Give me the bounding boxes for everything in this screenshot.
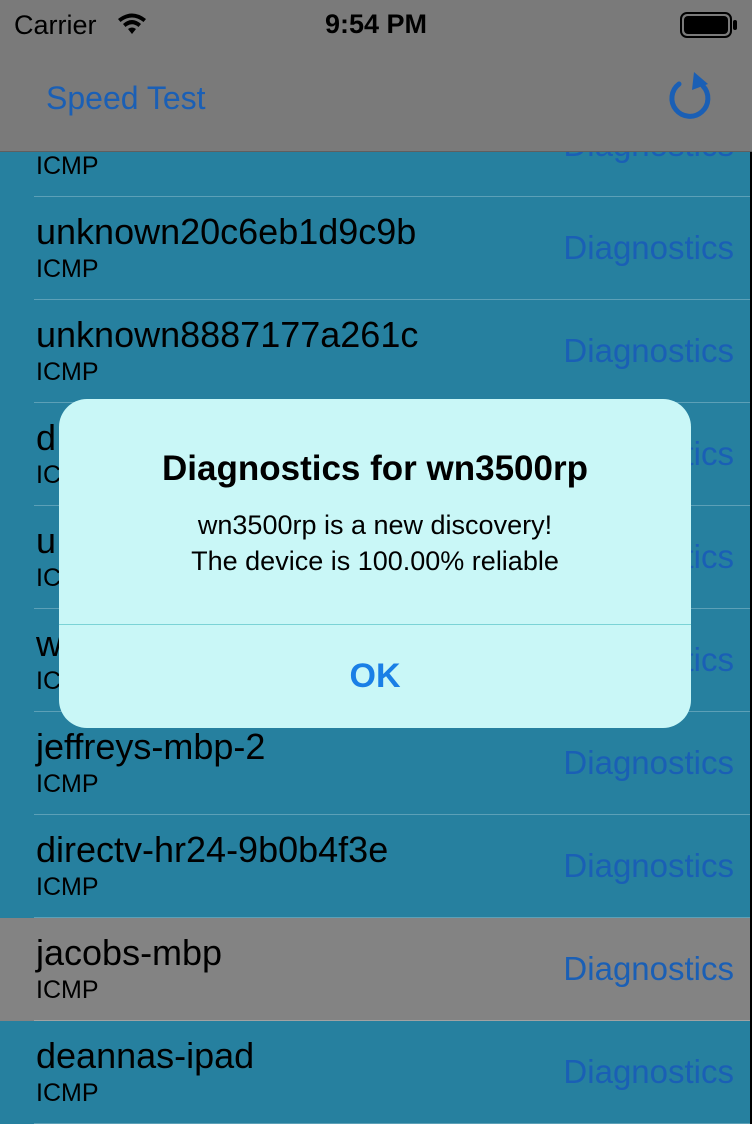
diagnostics-button[interactable]: Diagnostics [563, 744, 734, 782]
device-name: directv-hr24-9b0b4f3e [36, 829, 389, 870]
device-protocol: ICMP [36, 976, 99, 1004]
diagnostics-alert: Diagnostics for wn3500rp wn3500rp is a n… [59, 399, 691, 728]
device-protocol: ICMP [36, 770, 99, 798]
alert-message-line-2: The device is 100.00% reliable [191, 546, 559, 576]
alert-title: Diagnostics for wn3500rp [162, 449, 588, 488]
navigation-bar: Speed Test [0, 50, 752, 152]
refresh-icon[interactable] [666, 70, 716, 124]
alert-message: wn3500rp is a new discovery! The device … [59, 507, 691, 579]
table-row[interactable]: deannas-ipad ICMP Diagnostics [0, 1021, 752, 1124]
device-name: unknown8887177a261c [36, 314, 419, 355]
device-protocol: ICMP [36, 1079, 99, 1107]
diagnostics-button[interactable]: Diagnostics [563, 332, 734, 370]
device-name: d [36, 417, 57, 458]
device-name: u [36, 520, 57, 561]
diagnostics-button[interactable]: Diagnostics [563, 229, 734, 267]
table-row[interactable]: ICMP Diagnostics [0, 152, 752, 197]
device-protocol: ICMP [36, 873, 99, 901]
status-time: 9:54 PM [324, 9, 428, 39]
device-protocol: IC [36, 461, 61, 489]
device-name: unknown20c6eb1d9c9b [36, 211, 417, 252]
table-row[interactable]: jacobs-mbp ICMP Diagnostics [0, 918, 752, 1021]
speed-test-button[interactable]: Speed Test [46, 80, 206, 117]
device-protocol: IC [36, 667, 61, 695]
diagnostics-button[interactable]: Diagnostics [563, 152, 734, 164]
diagnostics-button[interactable]: Diagnostics [563, 847, 734, 885]
table-row[interactable]: unknown20c6eb1d9c9b ICMP Diagnostics [0, 197, 752, 300]
table-row[interactable]: unknown8887177a261c ICMP Diagnostics [0, 300, 752, 403]
battery-icon [680, 12, 737, 38]
device-protocol: ICMP [36, 152, 99, 180]
device-name: jeffreys-mbp-2 [36, 726, 266, 767]
table-row[interactable]: directv-hr24-9b0b4f3e ICMP Diagnostics [0, 815, 752, 918]
device-protocol: ICMP [36, 358, 99, 386]
ok-button[interactable]: OK [59, 625, 691, 728]
diagnostics-button[interactable]: Diagnostics [563, 1053, 734, 1091]
app-screen: Carrier 9:54 PM Speed Test ICMP Diagnosti… [0, 0, 752, 1124]
device-name: deannas-ipad [36, 1035, 255, 1076]
status-bar: Carrier 9:54 PM [0, 0, 752, 50]
alert-message-line-1: wn3500rp is a new discovery! [197, 510, 553, 540]
diagnostics-button[interactable]: Diagnostics [563, 950, 734, 988]
device-protocol: ICMP [36, 255, 99, 283]
device-name: jacobs-mbp [36, 932, 223, 973]
device-protocol: IC [36, 564, 61, 592]
